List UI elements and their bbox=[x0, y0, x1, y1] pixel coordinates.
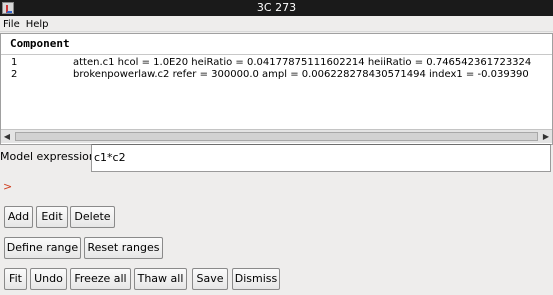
scrollbar-thumb[interactable] bbox=[15, 132, 538, 141]
model-expression-label: Model expression bbox=[0, 150, 96, 163]
scroll-right-icon[interactable]: ▶ bbox=[540, 131, 552, 143]
component-column-header[interactable]: Component bbox=[1, 34, 552, 55]
window-title: 3C 273 bbox=[256, 1, 297, 14]
title-bar: 3C 273 bbox=[0, 0, 553, 16]
menu-bar: File Help bbox=[0, 16, 553, 32]
undo-button[interactable]: Undo bbox=[30, 268, 67, 290]
row-text: brokenpowerlaw.c2 refer = 300000.0 ampl … bbox=[73, 69, 529, 80]
scroll-left-icon[interactable]: ◀ bbox=[1, 131, 13, 143]
row-number: 2 bbox=[11, 69, 18, 80]
save-button[interactable]: Save bbox=[192, 268, 228, 290]
define-range-button[interactable]: Define range bbox=[4, 237, 81, 259]
freeze-all-button[interactable]: Freeze all bbox=[70, 268, 131, 290]
row-text: atten.c1 hcol = 1.0E20 heiRatio = 0.0417… bbox=[73, 57, 532, 68]
java-app-icon bbox=[2, 2, 14, 14]
menu-file[interactable]: File bbox=[0, 17, 23, 32]
horizontal-scrollbar[interactable]: ◀ ▶ bbox=[1, 129, 552, 143]
command-prompt: > bbox=[3, 180, 13, 193]
component-table-body: 1 atten.c1 hcol = 1.0E20 heiRatio = 0.04… bbox=[1, 56, 552, 128]
component-table: Component 1 atten.c1 hcol = 1.0E20 heiRa… bbox=[0, 33, 553, 145]
reset-ranges-button[interactable]: Reset ranges bbox=[84, 237, 163, 259]
row-number: 1 bbox=[11, 57, 18, 68]
thaw-all-button[interactable]: Thaw all bbox=[134, 268, 187, 290]
delete-button[interactable]: Delete bbox=[70, 206, 115, 228]
model-expression-input[interactable]: c1*c2 bbox=[91, 144, 551, 172]
dismiss-button[interactable]: Dismiss bbox=[232, 268, 280, 290]
fit-button[interactable]: Fit bbox=[4, 268, 27, 290]
menu-help[interactable]: Help bbox=[23, 17, 52, 32]
add-button[interactable]: Add bbox=[4, 206, 33, 228]
edit-button[interactable]: Edit bbox=[36, 206, 68, 228]
